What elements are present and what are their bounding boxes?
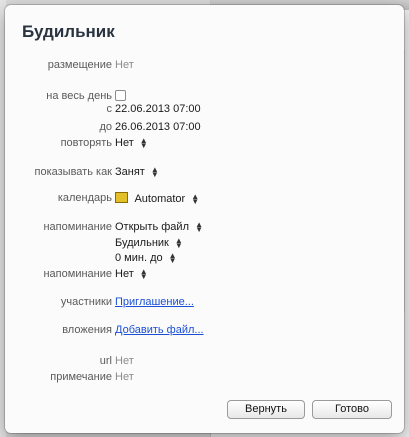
alert1-file-value: Будильник	[115, 237, 169, 249]
note-value[interactable]: Нет	[115, 371, 134, 383]
note-label: примечание	[50, 371, 112, 383]
done-button[interactable]: Готово	[312, 400, 392, 419]
popup-arrows-icon: ▲ ▼	[150, 165, 159, 180]
add-file-link[interactable]: Добавить файл...	[115, 324, 204, 336]
alert1-offset-value: 0 мин. до	[115, 252, 163, 264]
repeat-popup[interactable]: Нет ▲ ▼	[115, 136, 148, 151]
popup-arrows-icon: ▲ ▼	[191, 192, 200, 207]
url-value[interactable]: Нет	[115, 355, 134, 367]
location-value[interactable]: Нет	[115, 59, 134, 71]
show-as-popup[interactable]: Занят ▲ ▼	[115, 165, 159, 180]
calendar-label: календарь	[57, 192, 112, 204]
popup-arrows-icon: ▲ ▼	[139, 136, 148, 151]
from-label: с	[106, 103, 113, 115]
popup-arrows-icon: ▲ ▼	[139, 267, 148, 282]
add-invitees-link[interactable]: Приглашение...	[115, 296, 194, 308]
all-day-label: на весь день	[46, 90, 112, 102]
popup-arrows-icon: ▲ ▼	[174, 236, 183, 251]
attachments-label: вложения	[62, 324, 112, 336]
alert2-value: Нет	[115, 268, 134, 280]
calendar-color-swatch	[115, 192, 128, 203]
invitees-label: участники	[60, 296, 112, 308]
popup-arrows-icon: ▲ ▼	[168, 251, 177, 266]
show-as-value: Занят	[115, 166, 145, 178]
repeat-label: повторять	[60, 137, 112, 149]
alert1-file-popup[interactable]: Будильник ▲ ▼	[115, 236, 183, 251]
alert2-label: напоминание	[43, 268, 112, 280]
location-label: размещение	[47, 59, 112, 71]
calendar-value: Automator	[134, 193, 186, 205]
alert2-popup[interactable]: Нет ▲ ▼	[115, 267, 148, 282]
all-day-checkbox[interactable]	[115, 90, 126, 101]
to-label: до	[99, 121, 112, 133]
repeat-value: Нет	[115, 137, 134, 149]
show-as-label: показывать как	[34, 166, 112, 178]
alert1-offset-popup[interactable]: 0 мин. до ▲ ▼	[115, 251, 177, 266]
event-title[interactable]: Будильник	[22, 22, 115, 42]
event-popover: Будильник размещение Нет на весь день с …	[5, 5, 404, 433]
alert1-action-popup[interactable]: Открыть файл ▲ ▼	[115, 220, 203, 235]
alert1-label: напоминание	[43, 221, 112, 233]
url-label: url	[99, 355, 112, 367]
calendar-popup[interactable]: Automator ▲ ▼	[115, 192, 200, 207]
from-datetime[interactable]: 22.06.2013 07:00	[115, 103, 201, 115]
popup-arrows-icon: ▲ ▼	[195, 220, 203, 235]
revert-button[interactable]: Вернуть	[227, 400, 305, 419]
alert1-action-value: Открыть файл	[115, 221, 189, 233]
to-datetime[interactable]: 26.06.2013 07:00	[115, 121, 201, 133]
